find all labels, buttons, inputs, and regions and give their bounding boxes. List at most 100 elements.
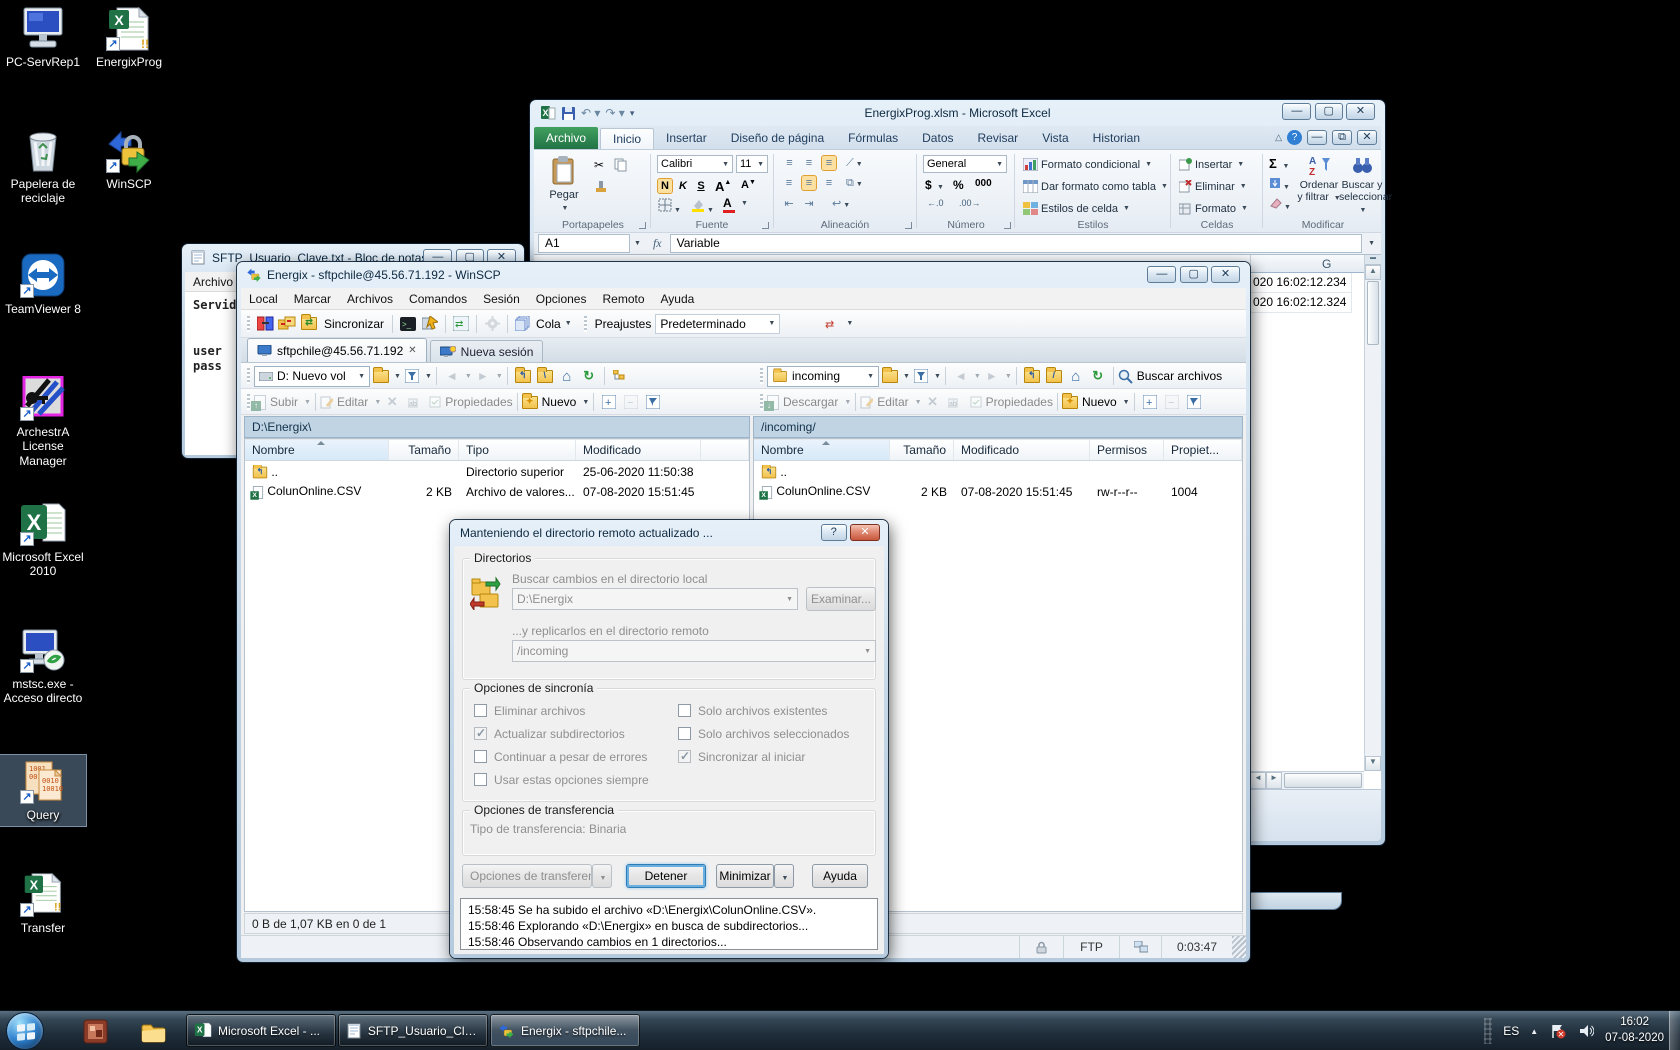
parent-dir-icon[interactable]: ↰ bbox=[512, 365, 534, 387]
menu-marcar[interactable]: Marcar bbox=[286, 289, 339, 309]
grow-font-button[interactable]: A▲ bbox=[715, 179, 731, 194]
refresh-transfer-icon[interactable]: ⇄ bbox=[450, 313, 472, 335]
close-tab-icon[interactable]: ✕ bbox=[408, 345, 416, 356]
action-center-flag-icon[interactable]: ✕ bbox=[1549, 1023, 1566, 1040]
insert-cells-button[interactable]: Insertar▼ bbox=[1179, 158, 1244, 171]
home-dir-icon[interactable]: ⌂ bbox=[1065, 365, 1087, 387]
checkbox-eliminar-archivos[interactable] bbox=[474, 704, 487, 717]
clock[interactable]: 16:02 07-08-2020 bbox=[1605, 1015, 1664, 1046]
borders-button[interactable]: ▼ bbox=[658, 198, 681, 215]
stop-button[interactable]: Detener bbox=[626, 864, 706, 888]
start-button[interactable] bbox=[6, 1012, 44, 1050]
checkbox-solo-seleccionados[interactable] bbox=[678, 727, 691, 740]
desktop-icon-excel-2010[interactable]: X ↗ Microsoft Excel 2010 bbox=[0, 501, 86, 579]
refresh-icon[interactable]: ↻ bbox=[578, 365, 600, 387]
new-button[interactable]: ✦Nuevo▼ bbox=[522, 395, 590, 409]
fx-icon[interactable]: fx bbox=[653, 236, 662, 251]
sync-panels-icon[interactable] bbox=[254, 313, 276, 335]
column-header-nombre[interactable]: Nombre bbox=[245, 440, 389, 460]
find-select-button[interactable]: Buscar y seleccionar ▼ bbox=[1339, 154, 1385, 215]
checkbox-usar-opciones[interactable] bbox=[474, 773, 487, 786]
align-right-icon[interactable]: ≡ bbox=[822, 176, 836, 190]
filter-icon[interactable] bbox=[401, 365, 423, 387]
edit-button[interactable]: Editar▼ bbox=[860, 395, 921, 409]
new-session-tab[interactable]: Nueva sesión bbox=[430, 340, 544, 362]
commands-icon[interactable] bbox=[419, 313, 441, 335]
menu-sesion[interactable]: Sesión bbox=[475, 289, 528, 309]
find-files-button[interactable]: Buscar archivos bbox=[1118, 369, 1222, 384]
minimize-dropdown[interactable]: ▼ bbox=[774, 864, 794, 888]
rename-icon[interactable]: ab bbox=[403, 391, 425, 413]
download-button[interactable]: ↓Descargar▼ bbox=[767, 395, 851, 410]
filter-icon[interactable] bbox=[910, 365, 932, 387]
desktop-icon-teamviewer[interactable]: ↗ TeamViewer 8 bbox=[0, 253, 86, 316]
local-drive-combo[interactable]: D: Nuevo vol▼ bbox=[254, 366, 370, 387]
synchronize-button[interactable]: Sincronizar bbox=[324, 317, 384, 331]
scroll-right-icon[interactable]: ► bbox=[1266, 772, 1282, 789]
clipboard-dialog-launcher[interactable] bbox=[639, 222, 646, 229]
select-minus-icon[interactable]: − bbox=[620, 391, 642, 413]
desktop-icon-recycle-bin[interactable]: Papelera de reciclaje bbox=[0, 128, 86, 206]
currency-button[interactable]: $ ▼ bbox=[925, 178, 944, 192]
formula-bar-expand-icon[interactable]: ▼ bbox=[1368, 240, 1375, 247]
taskbar-button-notepad[interactable]: SFTP_Usuario_Cla... bbox=[338, 1014, 488, 1047]
column-header-modificado[interactable]: Modificado bbox=[576, 440, 701, 460]
remote-dir-combo[interactable]: incoming▼ bbox=[767, 366, 879, 387]
conditional-format-button[interactable]: Formato condicional▼ bbox=[1023, 158, 1152, 171]
sync-log[interactable]: 15:58:45 Se ha subido el archivo «D:\Ene… bbox=[460, 898, 878, 950]
paste-button[interactable]: Pegar ▼ bbox=[544, 156, 584, 213]
menu-comandos[interactable]: Comandos bbox=[401, 289, 475, 309]
maximize-button[interactable]: ▢ bbox=[1315, 103, 1343, 120]
open-folder-icon[interactable] bbox=[370, 365, 392, 387]
bold-button[interactable]: N bbox=[658, 179, 672, 193]
font-dialog-launcher[interactable] bbox=[762, 222, 769, 229]
properties-button[interactable]: Propiedades bbox=[429, 395, 512, 409]
minimize-button[interactable]: — bbox=[1147, 266, 1176, 283]
checkbox-actualizar-subdirectorios[interactable] bbox=[474, 727, 487, 740]
column-header-tamano[interactable]: Tamaño bbox=[890, 440, 954, 460]
maximize-button[interactable]: ▢ bbox=[1180, 266, 1208, 283]
fill-color-button[interactable]: ▼ bbox=[691, 198, 714, 215]
column-header-permisos[interactable]: Permisos bbox=[1090, 440, 1164, 460]
tab-historian[interactable]: Historian bbox=[1081, 127, 1152, 149]
transfer-options-button[interactable]: Opciones de transferencia... bbox=[462, 864, 592, 888]
desktop-icon-transfer[interactable]: X!! ↗ Transfer bbox=[0, 872, 86, 935]
menu-ayuda[interactable]: Ayuda bbox=[653, 289, 703, 309]
align-center-icon[interactable]: ≡ bbox=[802, 176, 816, 190]
delete-icon[interactable]: ✕ bbox=[922, 391, 944, 413]
desktop-icon-query[interactable]: 10010010001010010 ↗ Query bbox=[0, 755, 86, 826]
select-plus-icon[interactable]: + bbox=[1139, 391, 1161, 413]
edit-button[interactable]: Editar▼ bbox=[320, 395, 381, 409]
session-tab-active[interactable]: sftpchile@45.56.71.192 ✕ bbox=[247, 338, 427, 362]
checkbox-continuar-errores[interactable] bbox=[474, 750, 487, 763]
taskbar-button-excel[interactable]: X Microsoft Excel - ... bbox=[186, 1014, 336, 1047]
close-button[interactable]: ✕ bbox=[1346, 103, 1375, 120]
minimize-sync-button[interactable]: Minimizar bbox=[716, 864, 774, 888]
transfer-settings-dropdown-icon[interactable]: ▼ bbox=[846, 320, 853, 327]
tab-inicio[interactable]: Inicio bbox=[600, 128, 654, 149]
align-left-icon[interactable]: ≡ bbox=[782, 176, 796, 190]
thousands-button[interactable]: 000 bbox=[975, 178, 992, 189]
scroll-left-icon[interactable]: ◄ bbox=[1250, 772, 1266, 789]
show-desktop-button[interactable] bbox=[1669, 1011, 1680, 1050]
desktop-icon-pc-servrep1[interactable]: PC-ServRep1 bbox=[0, 6, 86, 69]
split-box[interactable]: ▬ bbox=[1365, 255, 1381, 265]
column-header-modificado[interactable]: Modificado bbox=[954, 440, 1090, 460]
workbook-restore-button[interactable]: ⧉ bbox=[1332, 130, 1352, 145]
help-button[interactable]: Ayuda bbox=[812, 864, 868, 888]
tab-insertar[interactable]: Insertar bbox=[654, 127, 719, 149]
help-icon[interactable]: ? bbox=[821, 524, 847, 541]
underline-button[interactable]: S bbox=[694, 179, 708, 193]
properties-button[interactable]: Propiedades bbox=[970, 395, 1053, 409]
queue-button[interactable]: Cola bbox=[536, 317, 561, 331]
font-size-combo[interactable]: 11▼ bbox=[736, 155, 768, 173]
formula-input[interactable]: Variable bbox=[670, 234, 1362, 253]
upload-button[interactable]: ↑Subir▼ bbox=[254, 395, 311, 410]
forward-icon[interactable]: ► bbox=[472, 365, 494, 387]
decrease-decimal-icon[interactable]: .00→ bbox=[959, 198, 981, 208]
menu-local[interactable]: Local bbox=[241, 289, 286, 309]
select-plus-icon[interactable]: + bbox=[598, 391, 620, 413]
tab-datos[interactable]: Datos bbox=[910, 127, 965, 149]
winscp-titlebar[interactable]: Energix - sftpchile@45.56.71.192 - WinSC… bbox=[237, 262, 1250, 288]
shrink-font-button[interactable]: A▼ bbox=[741, 179, 756, 191]
